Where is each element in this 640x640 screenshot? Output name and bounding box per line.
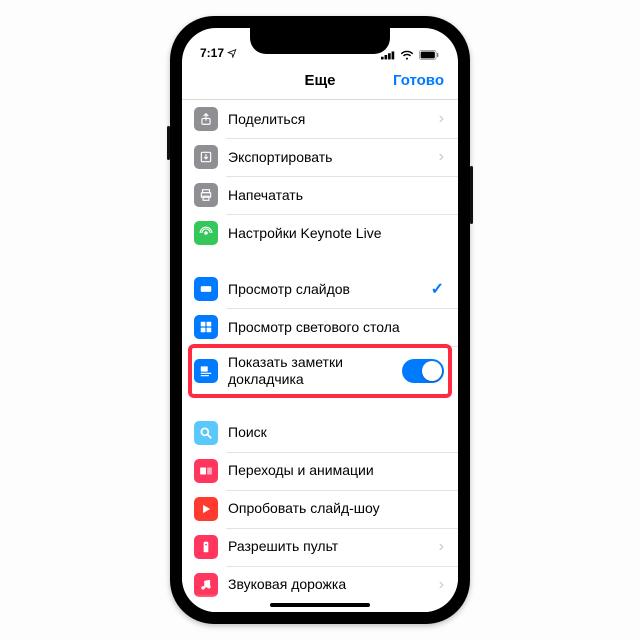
row-label: Просмотр слайдов <box>228 281 425 298</box>
screen: 7:17 Еще Готово Поделиться›Экспортироват… <box>182 28 458 612</box>
row-label: Настройки Keynote Live <box>228 225 444 242</box>
row-keynote[interactable]: Настройки Keynote Live <box>182 214 458 252</box>
cellular-icon <box>381 50 396 60</box>
lighttable-icon <box>194 315 218 339</box>
location-icon <box>227 48 237 58</box>
row-audio[interactable]: Звуковая дорожка › <box>182 566 458 604</box>
done-button[interactable]: Готово <box>393 72 444 89</box>
search-icon <box>194 421 218 445</box>
audio-icon <box>194 573 218 597</box>
wifi-icon <box>400 50 414 60</box>
row-label: Просмотр светового стола <box>228 319 444 336</box>
row-search[interactable]: Поиск <box>182 414 458 452</box>
toggle-show-notes[interactable] <box>402 359 444 383</box>
print-icon <box>194 183 218 207</box>
row-label: Поиск <box>228 424 444 441</box>
row-label: Опробовать слайд-шоу <box>228 500 444 517</box>
chevron-right-icon: › <box>439 148 444 166</box>
row-remote[interactable]: Разрешить пульт › <box>182 528 458 566</box>
row-transitions[interactable]: Переходы и анимации <box>182 452 458 490</box>
page-title: Еще <box>304 72 335 89</box>
checkmark-icon: ✓ <box>431 279 444 299</box>
navbar: Еще Готово <box>182 62 458 100</box>
chevron-right-icon: › <box>439 110 444 128</box>
row-try-slideshow[interactable]: Опробовать слайд-шоу <box>182 490 458 528</box>
row-print[interactable]: Напечатать <box>182 176 458 214</box>
phone-frame: 7:17 Еще Готово Поделиться›Экспортироват… <box>170 16 470 624</box>
export-icon <box>194 145 218 169</box>
row-label: Напечатать <box>228 187 444 204</box>
row-show-notes[interactable]: Показать заметки докладчика <box>182 346 458 396</box>
notch <box>250 28 390 54</box>
share-icon <box>194 107 218 131</box>
row-light-table[interactable]: Просмотр светового стола <box>182 308 458 346</box>
row-label: Поделиться <box>228 111 433 128</box>
row-export[interactable]: Экспортировать › <box>182 138 458 176</box>
chevron-right-icon: › <box>439 576 444 594</box>
chevron-right-icon: › <box>439 538 444 556</box>
broadcast-icon <box>194 221 218 245</box>
row-label: Разрешить пульт <box>228 538 433 555</box>
battery-icon <box>418 50 440 60</box>
transitions-icon <box>194 459 218 483</box>
play-icon <box>194 497 218 521</box>
row-label: Показать заметки докладчика <box>228 354 402 388</box>
settings-list: Поделиться › Экспортировать › Напечатать Наст… <box>182 100 458 612</box>
notes-icon <box>194 359 218 383</box>
row-share[interactable]: Поделиться › <box>182 100 458 138</box>
home-indicator[interactable] <box>270 603 370 607</box>
row-label: Переходы и анимации <box>228 462 444 479</box>
row-label: Экспортировать <box>228 149 433 166</box>
remote-icon <box>194 535 218 559</box>
status-time: 7:17 <box>200 46 224 60</box>
row-label: Звуковая дорожка <box>228 576 433 593</box>
row-view-slides[interactable]: Просмотр слайдов ✓ <box>182 270 458 308</box>
slides-icon <box>194 277 218 301</box>
